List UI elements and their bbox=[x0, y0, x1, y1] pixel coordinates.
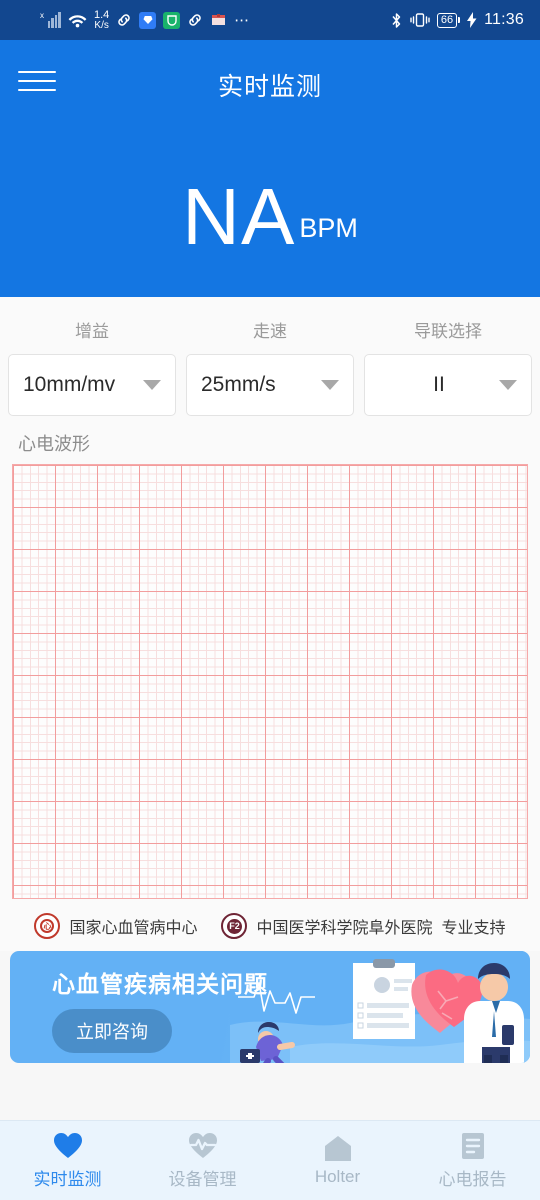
control-gain-label: 增益 bbox=[75, 317, 109, 342]
charging-bolt-icon bbox=[467, 12, 477, 28]
endorsement-suffix: 专业支持 bbox=[442, 914, 506, 938]
chevron-down-icon bbox=[321, 380, 339, 390]
control-lead: 导联选择 II bbox=[364, 317, 532, 416]
green-app-icon bbox=[163, 12, 180, 29]
nav-label-ecg-report: 心电报告 bbox=[439, 1165, 507, 1190]
lead-value: II bbox=[379, 373, 499, 397]
page-title: 实时监测 bbox=[0, 67, 540, 103]
control-speed-label: 走速 bbox=[253, 317, 287, 342]
vibrate-icon bbox=[410, 12, 430, 28]
heart-rate-unit: BPM bbox=[299, 213, 358, 244]
waveform-section: 心电波形 bbox=[0, 416, 540, 899]
blue-app-icon bbox=[139, 12, 156, 29]
banner-title: 心血管疾病相关问题 bbox=[52, 965, 268, 999]
home-pentagon-icon bbox=[324, 1134, 352, 1162]
speed-value: 25mm/s bbox=[201, 373, 276, 397]
control-panel: 增益 10mm/mv 走速 25mm/s 导联选择 II bbox=[0, 297, 540, 416]
nav-item-device-management[interactable]: 设备管理 bbox=[135, 1121, 270, 1200]
signal-bars-icon: x bbox=[44, 12, 61, 28]
network-speed-indicator: 1.4 K/s bbox=[94, 10, 109, 31]
nav-label-realtime-monitor: 实时监测 bbox=[34, 1165, 102, 1190]
document-icon bbox=[461, 1132, 485, 1160]
battery-percent: 66 bbox=[437, 13, 457, 28]
link-icon bbox=[116, 12, 132, 28]
heart-pulse-icon bbox=[188, 1132, 218, 1160]
red-app-icon bbox=[210, 12, 227, 28]
control-lead-label: 导联选择 bbox=[414, 317, 482, 342]
nav-item-ecg-report[interactable]: 心电报告 bbox=[405, 1121, 540, 1200]
heart-rate-display: NA BPM bbox=[0, 180, 540, 254]
ecg-grid-canvas bbox=[12, 464, 528, 899]
bluetooth-icon bbox=[390, 12, 403, 29]
heart-rate-value: NA bbox=[182, 180, 295, 254]
seal-inner-text: F2 bbox=[227, 919, 242, 934]
overflow-icon: ⋯ bbox=[234, 11, 249, 29]
status-bar: x 1.4 K/s bbox=[0, 0, 540, 40]
bottom-navigation: 实时监测 设备管理 Holter 心电报告 bbox=[0, 1120, 540, 1200]
nav-label-holter: Holter bbox=[315, 1167, 360, 1187]
status-bar-left-icons: x 1.4 K/s bbox=[44, 10, 249, 31]
consultation-banner[interactable]: 心血管疾病相关问题 立即咨询 bbox=[10, 951, 530, 1063]
control-speed: 走速 25mm/s bbox=[186, 317, 354, 416]
nav-label-device-management: 设备管理 bbox=[169, 1165, 237, 1190]
national-cardiovascular-center-seal-icon: 心 bbox=[34, 913, 60, 939]
waveform-title: 心电波形 bbox=[18, 430, 540, 456]
chevron-down-icon bbox=[143, 380, 161, 390]
heart-icon bbox=[53, 1132, 83, 1160]
lead-dropdown[interactable]: II bbox=[364, 354, 532, 416]
gain-value: 10mm/mv bbox=[23, 373, 115, 397]
net-speed-value: 1.4 bbox=[94, 10, 109, 21]
net-speed-unit: K/s bbox=[94, 21, 109, 31]
status-bar-right-icons: 66 11:36 bbox=[390, 11, 524, 29]
app-header: 实时监测 NA BPM bbox=[0, 40, 540, 297]
wifi-icon bbox=[68, 13, 87, 28]
endorsement-bar: 心 国家心血管病中心 F2 中国医学科学院阜外医院 专业支持 bbox=[0, 899, 540, 951]
nav-item-realtime-monitor[interactable]: 实时监测 bbox=[0, 1121, 135, 1200]
endorsement-org1: 国家心血管病中心 bbox=[69, 914, 197, 938]
nav-item-holter[interactable]: Holter bbox=[270, 1121, 405, 1200]
signal-badge: x bbox=[40, 11, 44, 20]
doctor-heart-ecg-illustration bbox=[230, 951, 530, 1063]
consult-now-button[interactable]: 立即咨询 bbox=[52, 1009, 172, 1053]
endorsement-org2: 中国医学科学院阜外医院 bbox=[256, 914, 432, 938]
battery-tip bbox=[458, 17, 460, 23]
battery-indicator: 66 bbox=[437, 13, 460, 28]
status-bar-clock: 11:36 bbox=[484, 11, 524, 29]
fuwai-hospital-seal-icon: F2 bbox=[221, 913, 247, 939]
speed-dropdown[interactable]: 25mm/s bbox=[186, 354, 354, 416]
chevron-down-icon bbox=[499, 380, 517, 390]
seal-inner-text: 心 bbox=[40, 919, 54, 933]
gain-dropdown[interactable]: 10mm/mv bbox=[8, 354, 176, 416]
link-icon bbox=[187, 12, 203, 28]
control-gain: 增益 10mm/mv bbox=[8, 317, 176, 416]
